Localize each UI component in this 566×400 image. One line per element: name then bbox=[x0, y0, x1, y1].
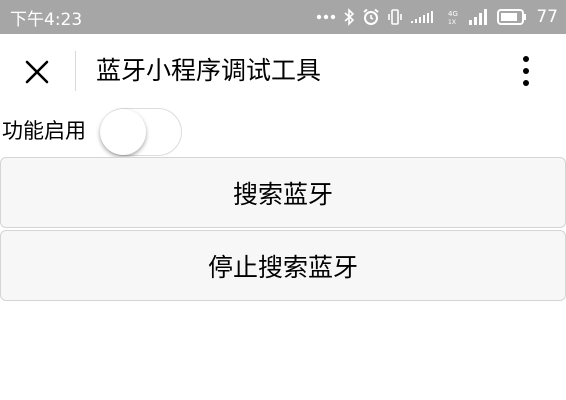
alarm-icon bbox=[362, 8, 380, 26]
signal-dots-icon bbox=[410, 9, 440, 25]
svg-text:4G: 4G bbox=[448, 10, 458, 18]
bluetooth-icon bbox=[343, 8, 355, 26]
network-4g-icon: 4G 1X bbox=[447, 8, 461, 26]
battery-icon bbox=[497, 8, 527, 26]
search-bluetooth-button[interactable]: 搜索蓝牙 bbox=[0, 157, 566, 228]
page-title: 蓝牙小程序调试工具 bbox=[96, 56, 322, 85]
nav-divider bbox=[75, 51, 76, 91]
signal-bars-icon bbox=[468, 8, 490, 26]
feature-toggle-row: 功能启用 bbox=[0, 108, 566, 156]
screen: 下午4:23 4G 1X 77 蓝牙小程序调试工具 功能启用 搜索蓝牙 停止搜索… bbox=[0, 0, 566, 400]
more-dots-icon bbox=[316, 13, 336, 21]
status-bar: 下午4:23 4G 1X 77 bbox=[0, 0, 566, 34]
svg-text:1X: 1X bbox=[448, 19, 456, 26]
switch-knob bbox=[100, 108, 146, 155]
close-icon bbox=[25, 60, 49, 84]
status-icons: 4G 1X 77 bbox=[316, 7, 558, 27]
feature-toggle-label: 功能启用 bbox=[2, 119, 86, 143]
feature-enable-switch[interactable] bbox=[100, 108, 182, 156]
stop-search-bluetooth-button[interactable]: 停止搜索蓝牙 bbox=[0, 230, 566, 301]
more-button[interactable] bbox=[516, 52, 536, 92]
status-time: 下午4:23 bbox=[10, 9, 83, 30]
more-vertical-icon bbox=[523, 56, 529, 86]
nav-bar: 蓝牙小程序调试工具 bbox=[0, 34, 566, 108]
battery-level: 77 bbox=[536, 7, 558, 27]
vibrate-icon bbox=[387, 8, 403, 26]
close-button[interactable] bbox=[22, 57, 52, 87]
